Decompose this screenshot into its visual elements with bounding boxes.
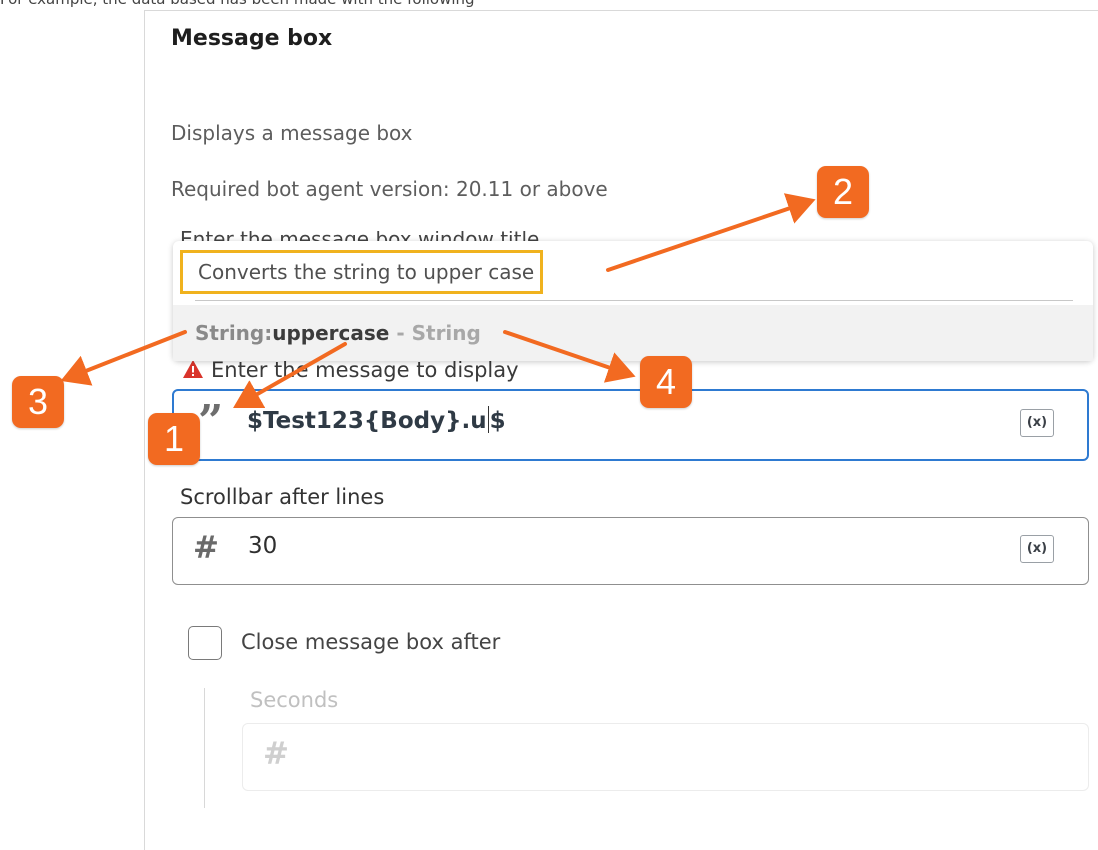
warning-triangle-icon [183,360,203,378]
message-variable-button[interactable]: (x) [1020,409,1054,437]
quote-icon: ” [198,396,224,447]
close-after-label: Close message box after [241,630,501,654]
scrollbar-variable-button[interactable]: (x) [1020,535,1054,563]
suggestion-prefix: String: [195,321,273,345]
text-caret [487,406,489,433]
dropdown-divider [195,300,1073,301]
close-after-checkbox[interactable] [188,626,222,660]
callout-badge-4: 4 [640,356,692,408]
indent-guide [204,688,205,808]
top-clipped-text: For example, the data based has been mad… [0,0,475,8]
scrollbar-lines-value[interactable]: 30 [248,533,277,559]
suggestion-type: - String [389,321,481,345]
panel-title: Message box [171,26,333,51]
required-version-text: Required bot agent version: 20.11 or abo… [171,177,608,201]
scrollbar-field-label: Scrollbar after lines [180,485,385,509]
hash-icon: # [263,736,289,772]
message-field-label: Enter the message to display [182,358,519,382]
autocomplete-tooltip: Converts the string to upper case [180,250,544,294]
suggestion-name: uppercase [272,321,390,345]
panel-description: Displays a message box [171,121,413,145]
message-label-text: Enter the message to display [211,358,519,382]
suggestion-item-uppercase[interactable]: String:uppercase - String [173,305,1093,361]
hash-icon: # [193,530,219,566]
message-input-value[interactable]: $Test123{Body}.u $ [247,406,506,434]
seconds-label: Seconds [250,688,339,712]
callout-badge-1: 1 [148,413,200,465]
scrollbar-lines-input[interactable] [172,517,1089,585]
seconds-input[interactable] [242,723,1089,791]
callout-badge-2: 2 [817,166,869,218]
callout-badge-3: 3 [12,376,64,428]
